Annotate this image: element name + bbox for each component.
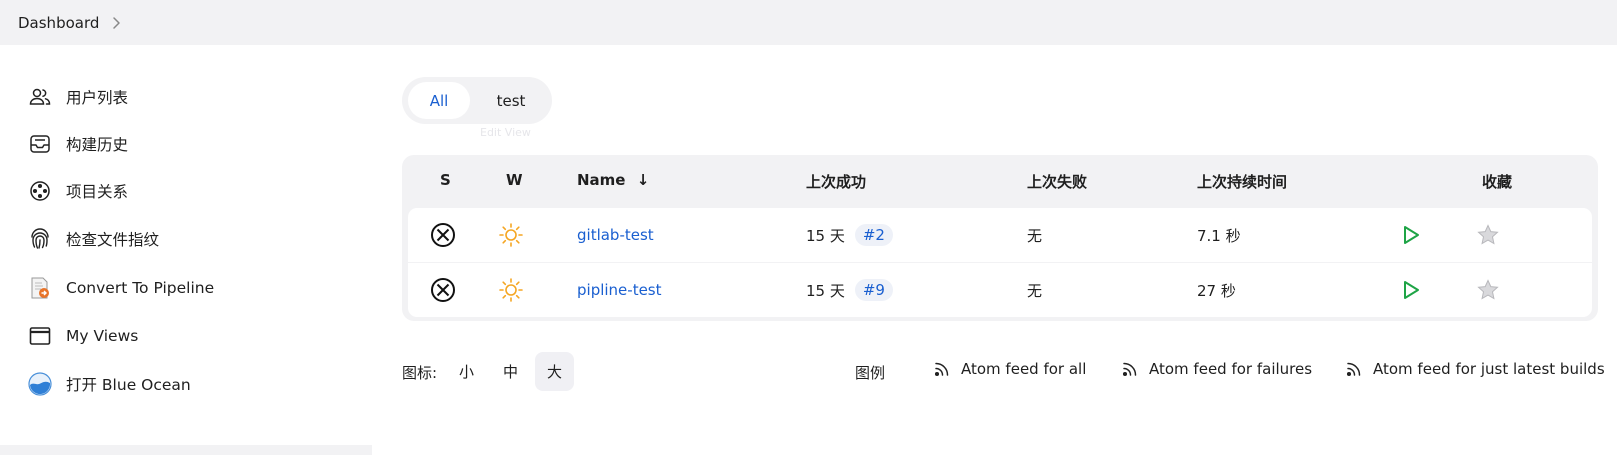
favorite-star-icon[interactable] <box>1476 208 1500 262</box>
run-build-icon[interactable] <box>1400 208 1422 262</box>
sidebar-item-fingerprint[interactable]: 检查文件指纹 <box>28 224 159 254</box>
table-footer: 图标: 小 中 大 图例 Atom feed for all Atom feed… <box>0 350 1617 392</box>
table-row: gitlab-test 15 天 #2 无 7.1 秒 <box>408 208 1592 262</box>
sidebar-item-label: 用户列表 <box>66 89 129 107</box>
job-name-link[interactable]: pipline-test <box>577 263 662 317</box>
last-success-time: 15 天 <box>806 281 845 300</box>
sidebar-item-my-views[interactable]: My Views <box>28 321 138 351</box>
atom-feed-all-label: Atom feed for all <box>961 360 1087 378</box>
sidebar-item-convert-to-pipeline[interactable]: Convert To Pipeline <box>28 273 214 303</box>
rss-icon <box>1122 362 1137 377</box>
run-build-icon[interactable] <box>1400 263 1422 317</box>
header-weather[interactable]: W <box>506 171 523 189</box>
icon-size-medium-button[interactable]: 中 <box>491 352 530 391</box>
header-name[interactable]: Name ↓ <box>577 171 649 189</box>
icon-size-large-button[interactable]: 大 <box>535 352 574 391</box>
sidebar-item-label: My Views <box>66 327 139 345</box>
failed-x-icon <box>430 263 456 317</box>
sidebar-footer <box>0 445 372 455</box>
favorite-star-icon[interactable] <box>1476 263 1500 317</box>
users-icon <box>28 85 52 109</box>
edit-view-ghost-label: Edit View <box>480 126 531 139</box>
sidebar-item-label: 检查文件指纹 <box>66 231 160 249</box>
fingerprint-icon <box>28 227 52 251</box>
last-duration-cell: 7.1 秒 <box>1197 226 1241 245</box>
last-success-cell: 15 天 #2 <box>806 208 893 262</box>
last-success-time: 15 天 <box>806 226 845 245</box>
header-last-failure[interactable]: 上次失败 <box>1027 171 1087 192</box>
header-favorite[interactable]: 收藏 <box>1482 171 1512 192</box>
sidebar-item-users[interactable]: 用户列表 <box>28 82 128 112</box>
failed-x-icon <box>430 208 456 262</box>
relationship-icon <box>28 179 52 203</box>
convert-document-icon <box>28 276 52 300</box>
rss-icon <box>1346 362 1361 377</box>
header-status[interactable]: S <box>440 171 451 189</box>
header-name-label: Name <box>577 171 626 189</box>
build-number-link[interactable]: #2 <box>854 224 893 246</box>
sidebar: 用户列表 构建历史 项目关系 检查文件指纹 Convert To Pipelin… <box>0 45 372 455</box>
header-last-success[interactable]: 上次成功 <box>806 171 866 192</box>
sidebar-item-label: 项目关系 <box>66 183 129 201</box>
tab-test[interactable]: test <box>476 82 546 119</box>
atom-feed-latest-link[interactable]: Atom feed for just latest builds <box>1345 360 1605 378</box>
inbox-icon <box>28 132 52 156</box>
icon-size-label: 图标: <box>402 364 438 382</box>
last-failure-cell: 无 <box>1027 281 1043 300</box>
breadcrumb-dashboard[interactable]: Dashboard <box>18 14 99 32</box>
sunny-icon <box>498 208 524 262</box>
atom-feed-all-link[interactable]: Atom feed for all <box>933 360 1086 378</box>
view-tabs: All test <box>402 77 552 124</box>
sunny-icon <box>498 263 524 317</box>
job-name-link[interactable]: gitlab-test <box>577 208 654 262</box>
sidebar-item-build-history[interactable]: 构建历史 <box>28 129 128 159</box>
header-last-duration[interactable]: 上次持续时间 <box>1197 171 1287 192</box>
chevron-right-icon[interactable] <box>109 16 123 30</box>
legend-link[interactable]: 图例 <box>855 362 885 383</box>
tab-all[interactable]: All <box>408 82 470 119</box>
window-icon <box>28 324 52 348</box>
table-row: pipline-test 15 天 #9 无 27 秒 <box>408 263 1592 317</box>
breadcrumb: Dashboard <box>0 0 1617 45</box>
jobs-table: S W Name ↓ 上次成功 上次失败 上次持续时间 收藏 gitlab-te… <box>402 155 1598 321</box>
sidebar-item-label: 构建历史 <box>66 136 129 154</box>
atom-feed-latest-label: Atom feed for just latest builds <box>1373 360 1605 378</box>
last-duration-cell: 27 秒 <box>1197 281 1236 300</box>
last-success-cell: 15 天 #9 <box>806 263 893 317</box>
sort-arrow-icon: ↓ <box>636 171 650 189</box>
sidebar-item-label: Convert To Pipeline <box>66 279 215 297</box>
atom-feed-failures-label: Atom feed for failures <box>1149 360 1313 378</box>
icon-size-small-button[interactable]: 小 <box>447 352 486 391</box>
sidebar-item-project-relationship[interactable]: 项目关系 <box>28 176 128 206</box>
build-number-link[interactable]: #9 <box>854 279 893 301</box>
last-failure-cell: 无 <box>1027 226 1043 245</box>
atom-feed-failures-link[interactable]: Atom feed for failures <box>1121 360 1312 378</box>
rss-icon <box>934 362 949 377</box>
